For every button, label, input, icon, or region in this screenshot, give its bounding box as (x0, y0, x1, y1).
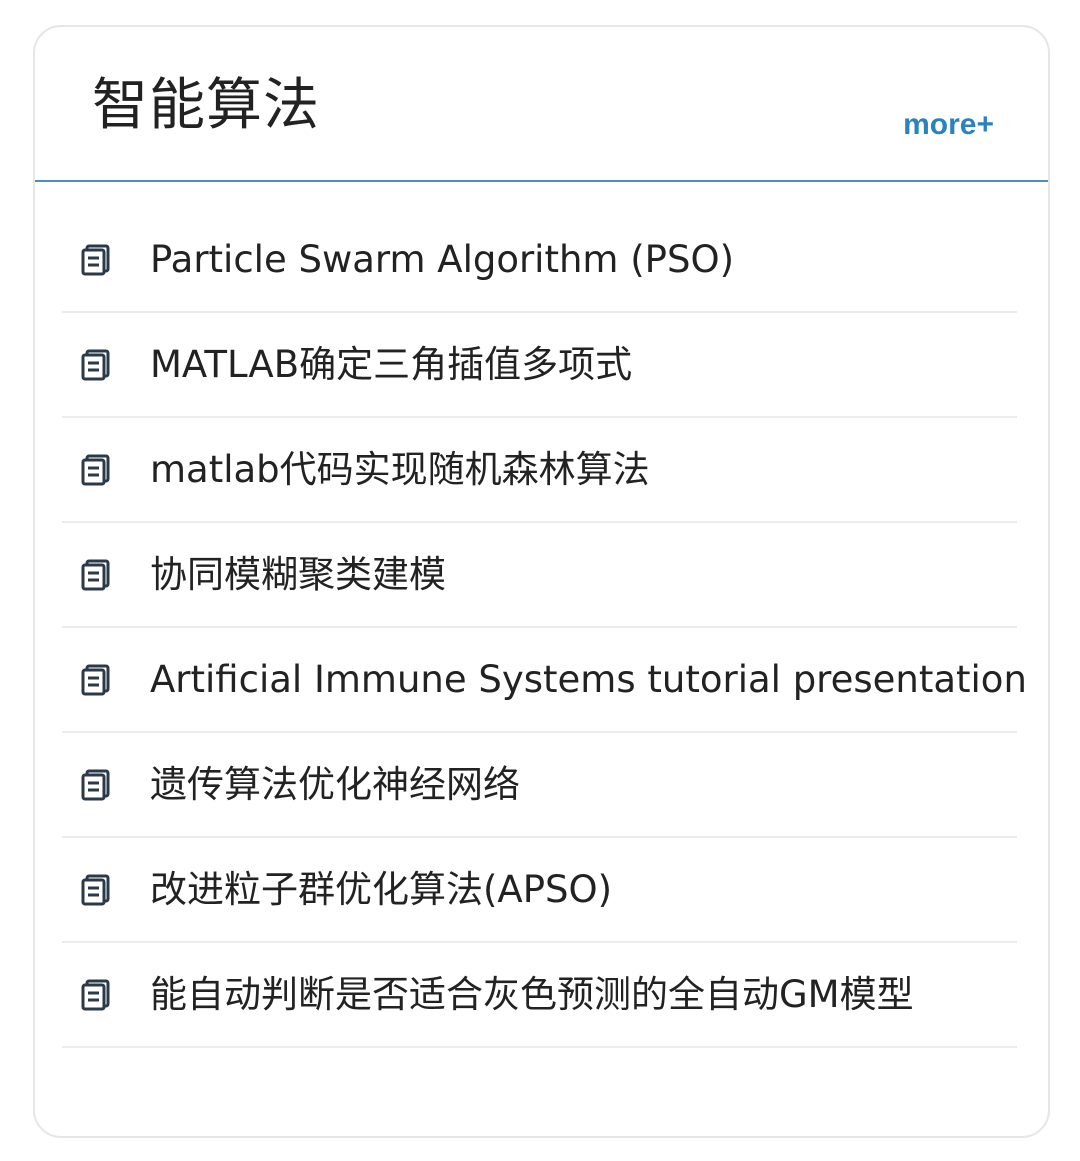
list-item-label: 协同模糊聚类建模 (150, 553, 446, 596)
list-item-5[interactable]: Artificial Immune Systems tutorial prese… (62, 628, 1027, 733)
list-item-label: 遗传算法优化神经网络 (150, 763, 520, 806)
document-icon (81, 244, 110, 276)
document-icon (81, 349, 110, 381)
algorithm-panel: 智能算法 more+ Particle Swarm Algorithm (PSO… (33, 25, 1050, 1138)
document-icon (81, 979, 110, 1011)
document-icon (81, 559, 110, 591)
list-item-7[interactable]: 改进粒子群优化算法(APSO) (62, 838, 1017, 943)
panel-header: 智能算法 more+ (35, 27, 1048, 182)
list-item-2[interactable]: MATLAB确定三角插值多项式 (62, 313, 1017, 418)
document-icon (81, 454, 110, 486)
more-link[interactable]: more+ (903, 107, 994, 143)
document-icon (81, 769, 110, 801)
list-item-label: 改进粒子群优化算法(APSO) (150, 868, 613, 911)
list-item-3[interactable]: matlab代码实现随机森林算法 (62, 418, 1017, 523)
list-item-label: 能自动判断是否适合灰色预测的全自动GM模型 (150, 973, 914, 1016)
panel-title: 智能算法 (92, 73, 320, 138)
document-icon (81, 874, 110, 906)
list-item-label: Artificial Immune Systems tutorial prese… (150, 658, 1027, 701)
article-list: Particle Swarm Algorithm (PSO) MATLAB确定三… (62, 208, 1027, 1048)
list-item-label: MATLAB确定三角插值多项式 (150, 343, 633, 386)
list-item-1[interactable]: Particle Swarm Algorithm (PSO) (62, 208, 1017, 313)
list-item-6[interactable]: 遗传算法优化神经网络 (62, 733, 1017, 838)
list-item-4[interactable]: 协同模糊聚类建模 (62, 523, 1017, 628)
list-item-8[interactable]: 能自动判断是否适合灰色预测的全自动GM模型 (62, 943, 1017, 1048)
document-icon (81, 664, 110, 696)
list-item-label: matlab代码实现随机森林算法 (150, 448, 650, 491)
list-item-label: Particle Swarm Algorithm (PSO) (150, 238, 735, 281)
